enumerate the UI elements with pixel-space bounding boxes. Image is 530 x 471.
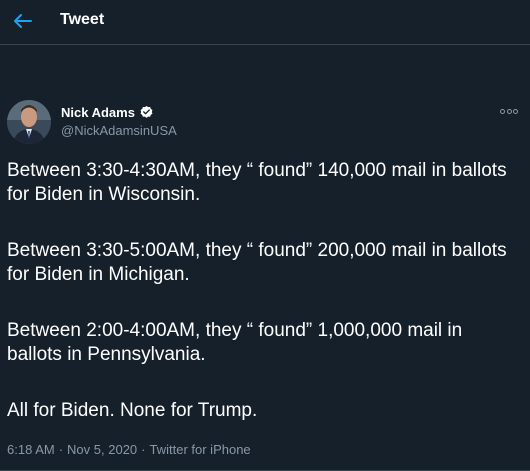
verified-badge-icon xyxy=(140,105,153,118)
author-handle[interactable]: @NickAdamsinUSA xyxy=(61,123,177,138)
arrow-left-icon xyxy=(14,14,32,28)
tweet-time[interactable]: 6:18 AM xyxy=(7,442,55,457)
tweet-date[interactable]: Nov 5, 2020 xyxy=(67,442,137,457)
meta-separator: · xyxy=(141,442,146,457)
more-options-button[interactable] xyxy=(500,105,518,117)
more-dot-icon xyxy=(500,108,505,114)
more-dot-icon xyxy=(506,108,512,114)
more-dot-icon xyxy=(513,108,518,114)
user-avatar-image xyxy=(7,100,51,144)
tweet-source[interactable]: Twitter for iPhone xyxy=(150,442,251,457)
tweet-header: Tweet xyxy=(0,0,530,45)
tweet-paragraph: All for Biden. None for Trump. xyxy=(7,400,258,421)
back-button[interactable] xyxy=(10,8,36,34)
tweet-paragraph: Between 3:30-5:00AM, they “ found” 200,0… xyxy=(7,240,507,285)
tweet-paragraph: Between 2:00-4:00AM, they “ found” 1,000… xyxy=(7,320,463,365)
tweet-text: Between 3:30-4:30AM, they “ found” 140,0… xyxy=(7,159,522,455)
page-title: Tweet xyxy=(60,11,105,28)
tweet-meta: 6:18 AM · Nov 5, 2020 · Twitter for iPho… xyxy=(7,442,251,457)
author-name-row[interactable]: Nick Adams xyxy=(61,105,154,120)
author-name[interactable]: Nick Adams xyxy=(61,105,135,120)
meta-separator: · xyxy=(58,442,64,457)
tweet-paragraph: Between 3:30-4:30AM, they “ found” 140,0… xyxy=(7,160,507,205)
avatar[interactable] xyxy=(7,100,51,144)
